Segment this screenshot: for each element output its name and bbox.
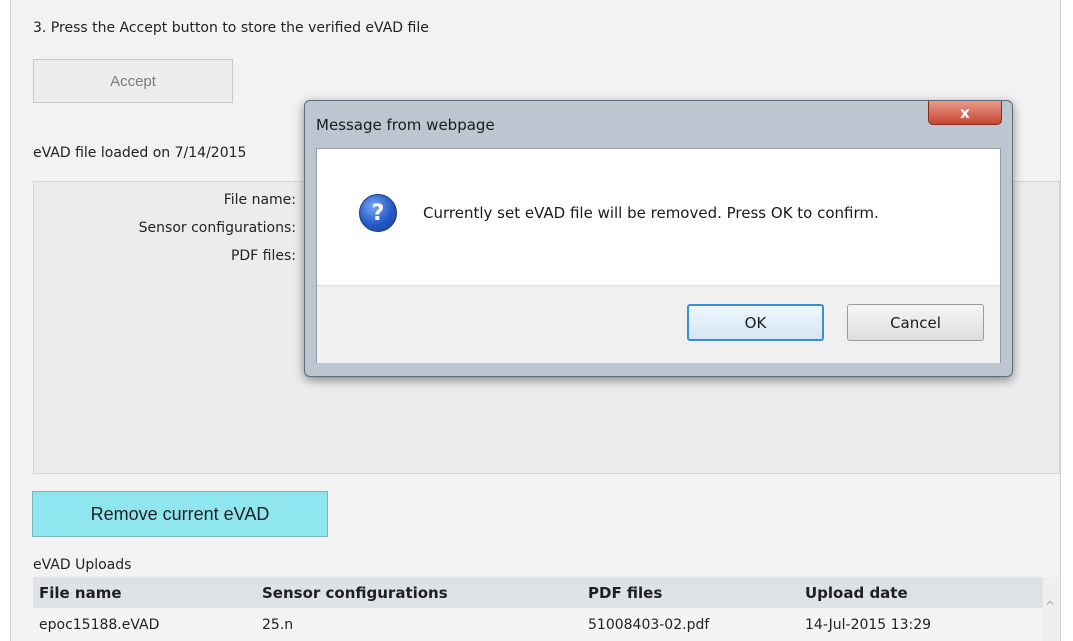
file-name-label: File name:	[223, 192, 296, 208]
cell-pdf-files: 51008403-02.pdf	[588, 617, 710, 633]
column-header-sensor-configurations[interactable]: Sensor configurations	[262, 584, 448, 602]
sensor-configurations-label: Sensor configurations:	[138, 220, 296, 236]
pdf-files-label: PDF files:	[230, 248, 296, 264]
uploads-section-title: eVAD Uploads	[33, 557, 132, 573]
scroll-up-arrow-icon[interactable]: ^	[1045, 599, 1055, 613]
uploads-table-header: File name Sensor configurations PDF file…	[33, 577, 1043, 608]
column-header-upload-date[interactable]: Upload date	[805, 584, 908, 602]
frame-border-right	[1060, 0, 1061, 641]
ok-button[interactable]: OK	[687, 304, 824, 341]
question-glyph: ?	[371, 200, 385, 226]
cell-file-name: epoc15188.eVAD	[39, 617, 160, 633]
cell-sensor-configurations: 25.n	[262, 617, 294, 633]
loaded-status-text: eVAD file loaded on 7/14/2015	[33, 145, 247, 161]
cancel-button[interactable]: Cancel	[847, 304, 984, 341]
step-instruction: 3. Press the Accept button to store the …	[33, 20, 429, 36]
close-icon: x	[960, 103, 970, 122]
confirm-dialog: Message from webpage x ? Currently set e…	[304, 100, 1013, 377]
cell-upload-date: 14-Jul-2015 13:29	[805, 617, 932, 633]
column-header-pdf-files[interactable]: PDF files	[588, 584, 662, 602]
question-icon: ?	[359, 194, 397, 232]
dialog-title: Message from webpage	[316, 116, 495, 134]
table-row[interactable]: epoc15188.eVAD 25.n 51008403-02.pdf 14-J…	[33, 608, 1043, 641]
remove-current-evad-button[interactable]: Remove current eVAD	[32, 491, 328, 537]
close-button[interactable]: x	[928, 101, 1002, 125]
dialog-message: Currently set eVAD file will be removed.…	[423, 204, 879, 222]
column-header-file-name[interactable]: File name	[39, 584, 122, 602]
table-scrollbar[interactable]: ^	[1043, 577, 1060, 641]
accept-button[interactable]: Accept	[33, 59, 233, 103]
